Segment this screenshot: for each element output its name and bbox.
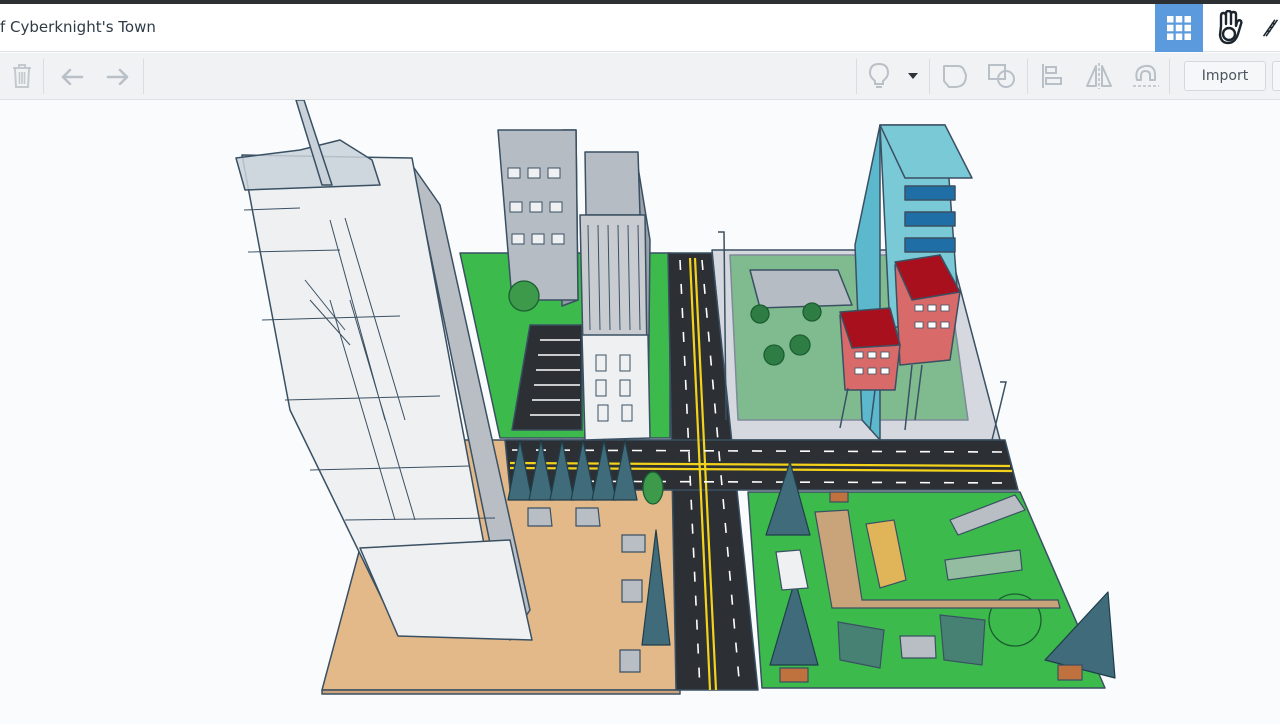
trash-icon	[13, 64, 31, 88]
undo-icon	[61, 68, 84, 85]
gray-tower-window	[527, 167, 541, 179]
title-bar: f Cyberknight's Town	[0, 4, 1280, 52]
white-tower-window	[597, 404, 609, 422]
brick-window	[854, 351, 864, 359]
gray-tower-window	[511, 233, 525, 245]
brick-window	[880, 351, 890, 359]
street-lamp	[991, 381, 1007, 441]
white-tower-window	[619, 354, 631, 372]
brick-window	[927, 321, 937, 329]
cruise-icon	[1133, 64, 1159, 87]
glass-tower-band	[904, 185, 956, 201]
brick-window	[854, 367, 864, 375]
undo-button[interactable]	[50, 53, 94, 99]
workplane-3d-view[interactable]	[0, 99, 1280, 720]
toolbar: Import	[0, 53, 1280, 100]
glass-tower-band	[904, 211, 956, 227]
gray-tower-window	[507, 167, 521, 179]
bench	[621, 579, 643, 603]
redo-button[interactable]	[96, 53, 140, 99]
mirror-icon	[1086, 63, 1112, 89]
skyscraper-glass-crown	[235, 139, 381, 191]
design-title[interactable]: f Cyberknight's Town	[0, 18, 156, 36]
round-tree	[750, 304, 770, 324]
brick-window	[940, 321, 950, 329]
mirror-button[interactable]	[1077, 53, 1121, 99]
grid-view-icon	[1167, 16, 1191, 40]
redo-icon	[106, 68, 129, 85]
base-plate-sand-edge	[321, 689, 681, 695]
town-scene[interactable]	[0, 99, 1280, 720]
glass-tower-band	[904, 237, 956, 253]
brick-window	[940, 304, 950, 312]
gray-tower-back	[497, 129, 579, 301]
bench	[899, 635, 937, 659]
brick-window	[867, 351, 877, 359]
light-bulb-icon	[868, 62, 890, 88]
round-tree	[789, 334, 811, 356]
dropdown-caret-icon	[908, 73, 918, 79]
import-button[interactable]: Import	[1184, 61, 1266, 91]
align-icon	[1042, 64, 1062, 88]
notes-dropdown-button[interactable]	[899, 53, 927, 99]
export-button-partial[interactable]	[1272, 61, 1280, 91]
gray-tower-window	[551, 233, 565, 245]
round-tree	[763, 344, 785, 366]
white-tower-window	[595, 379, 607, 397]
planter-box	[779, 667, 809, 683]
bench	[527, 507, 553, 527]
bench	[621, 534, 646, 553]
planter-box	[829, 491, 849, 503]
round-tree	[508, 280, 540, 312]
ungroup-icon	[988, 64, 1015, 88]
bench	[619, 649, 641, 673]
bricks-view-button[interactable]	[1255, 4, 1280, 52]
blocks-hand-icon	[1218, 10, 1243, 45]
gray-tower-window	[549, 201, 563, 213]
white-tower-front-base	[581, 334, 651, 441]
round-tree	[802, 302, 822, 322]
bricks-icon	[1262, 19, 1279, 37]
gray-tower-window	[509, 201, 523, 213]
gray-tower-window	[529, 201, 543, 213]
group-icon	[943, 65, 967, 88]
round-tree	[642, 471, 664, 505]
bench	[575, 507, 601, 527]
brick-window	[880, 367, 890, 375]
playground-net	[837, 621, 885, 669]
white-tower-window	[621, 404, 633, 422]
gray-tower-window	[531, 233, 545, 245]
ungroup-button[interactable]	[980, 53, 1024, 99]
group-button[interactable]	[933, 53, 977, 99]
low-office-building	[749, 269, 853, 309]
planter-box	[1057, 664, 1083, 681]
cruise-button[interactable]	[1124, 53, 1168, 99]
blocks-view-button[interactable]	[1205, 4, 1253, 52]
notes-tool-button[interactable]	[857, 53, 901, 99]
brick-window	[867, 367, 877, 375]
align-button[interactable]	[1030, 53, 1074, 99]
brick-window	[914, 321, 924, 329]
playground-net	[939, 614, 986, 666]
gray-tower-front-upper	[584, 151, 641, 216]
white-tower-window	[619, 379, 631, 397]
delete-button[interactable]	[0, 53, 44, 99]
white-tower-window	[595, 354, 607, 372]
brick-window	[914, 304, 924, 312]
gray-tower-window	[547, 167, 561, 179]
brick-window	[927, 304, 937, 312]
grid-view-button[interactable]	[1155, 4, 1203, 52]
